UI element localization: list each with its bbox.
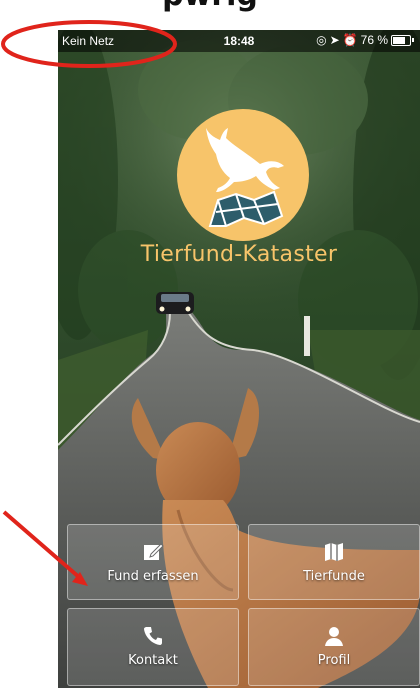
alarm-icon: ⏰ [342, 33, 358, 47]
deer-over-map-logo [177, 109, 309, 241]
menu-label: Profil [317, 653, 351, 668]
menu-label: Kontakt [128, 653, 178, 668]
status-bar: Kein Netz 18:48 ◎ ➤ ⏰ 76 % [58, 30, 420, 52]
status-icons: ◎ ➤ ⏰ 76 % [316, 33, 414, 47]
menu-tile-tierfunde[interactable]: Tierfunde [248, 524, 420, 600]
phone-screen: Kein Netz 18:48 ◎ ➤ ⏰ 76 % Tierfund-Kata… [58, 30, 420, 688]
menu-label: Tierfunde [303, 569, 365, 584]
menu-tile-fund-erfassen[interactable]: Fund erfassen [67, 524, 239, 600]
battery-percent: 76 % [360, 33, 388, 47]
edit-icon [144, 543, 164, 560]
orientation-lock-icon: ◎ [316, 33, 327, 47]
phone-icon [144, 627, 162, 645]
menu-tile-profil[interactable]: Profil [248, 608, 420, 686]
app-title: Tierfund-Kataster [140, 242, 338, 267]
user-icon [325, 627, 343, 646]
menu-tile-kontakt[interactable]: Kontakt [67, 608, 239, 686]
header-caption: pwrig [0, 0, 420, 18]
menu-label: Fund erfassen [107, 569, 199, 584]
map-icon [325, 543, 343, 561]
battery-icon [391, 34, 411, 46]
location-arrow-icon: ➤ [329, 33, 340, 47]
